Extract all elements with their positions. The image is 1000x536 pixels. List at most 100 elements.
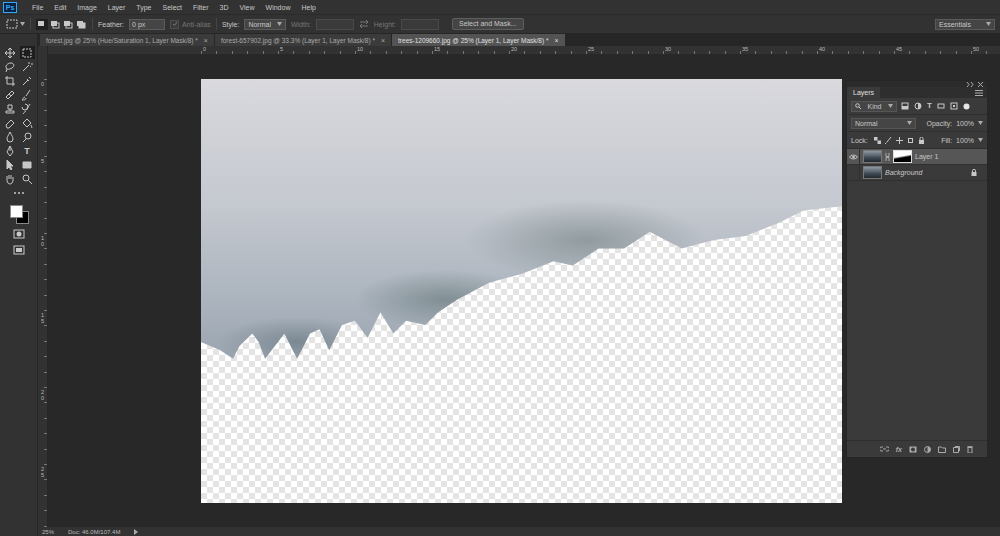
status-menu-arrow-icon[interactable]	[134, 529, 138, 535]
tab-close-button[interactable]: ×	[381, 37, 385, 44]
tool-button[interactable]	[3, 60, 18, 73]
selection-mode-button[interactable]	[75, 19, 87, 30]
tab-close-button[interactable]: ×	[554, 37, 558, 44]
separator	[30, 18, 31, 30]
new-layer-icon[interactable]	[953, 446, 960, 453]
menu-item[interactable]: Type	[136, 4, 151, 11]
separator	[216, 18, 217, 30]
tool-button[interactable]	[3, 158, 18, 171]
tool-button[interactable]	[20, 46, 35, 59]
new-group-icon[interactable]	[938, 446, 946, 453]
anti-alias-checkbox[interactable]: Anti-alias	[170, 20, 211, 29]
menu-item[interactable]: 3D	[220, 4, 229, 11]
opacity-caret-icon[interactable]	[978, 121, 983, 125]
tool-button[interactable]	[3, 144, 18, 157]
link-layers-icon[interactable]	[880, 446, 889, 452]
lock-pixels-icon[interactable]	[885, 137, 892, 144]
visibility-toggle[interactable]	[847, 149, 860, 164]
type-filter-button[interactable]: T	[927, 102, 932, 110]
tool-button[interactable]	[20, 158, 35, 171]
foreground-color-swatch[interactable]	[10, 205, 23, 218]
pixel-filter-icon[interactable]	[901, 102, 909, 110]
tool-button[interactable]	[3, 130, 18, 143]
delete-layer-icon[interactable]	[967, 446, 973, 453]
select-and-mask-button[interactable]: Select and Mask...	[452, 18, 524, 30]
separator	[92, 18, 93, 30]
menu-item[interactable]: Window	[266, 4, 291, 11]
close-panel-icon[interactable]	[978, 82, 983, 87]
tool-button[interactable]	[3, 116, 18, 129]
swap-icon[interactable]	[359, 20, 369, 28]
fill-field[interactable]: 100%	[956, 137, 974, 144]
layer-thumbnail	[863, 150, 882, 163]
adjustment-filter-icon[interactable]	[914, 102, 922, 110]
tool-button[interactable]	[20, 102, 35, 115]
tool-button[interactable]	[20, 88, 35, 101]
link-icon[interactable]	[885, 153, 890, 161]
more-tools-icon[interactable]	[13, 191, 25, 195]
menu-item[interactable]: Help	[301, 4, 315, 11]
lock-all-icon[interactable]	[918, 137, 925, 144]
filter-toggle-icon[interactable]	[963, 103, 970, 110]
tool-button[interactable]: T	[20, 144, 35, 157]
menu-item[interactable]: Filter	[193, 4, 209, 11]
menu-item[interactable]: View	[240, 4, 255, 11]
zoom-level[interactable]: 25%	[42, 529, 54, 535]
layer-row[interactable]: Background	[847, 165, 987, 181]
tool-button[interactable]	[20, 130, 35, 143]
quick-mask-icon[interactable]	[13, 229, 25, 239]
layer-mask-thumbnail[interactable]	[893, 150, 912, 163]
selection-mode-button[interactable]	[36, 19, 48, 30]
menu-item[interactable]: Image	[77, 4, 96, 11]
layers-panel: LayersKindTNormalOpacity:100%Lock:Fill:1…	[846, 80, 988, 458]
menu-item[interactable]: Select	[163, 4, 182, 11]
tool-button[interactable]	[20, 60, 35, 73]
lock-position-icon[interactable]	[896, 137, 903, 144]
lock-transparency-icon[interactable]	[874, 137, 881, 144]
document-image[interactable]	[201, 79, 842, 503]
shape-filter-icon[interactable]	[937, 102, 945, 110]
blend-mode-select[interactable]: Normal	[851, 118, 916, 129]
screen-mode-icon[interactable]	[13, 245, 25, 255]
document-tab[interactable]: forest-657902.jpg @ 33.3% (Layer 1, Laye…	[215, 34, 392, 46]
tool-button[interactable]	[20, 74, 35, 87]
tool-button[interactable]	[3, 102, 18, 115]
ruler-label: 30	[663, 46, 740, 54]
layer-row[interactable]: Layer 1	[847, 149, 987, 165]
tool-button[interactable]	[20, 116, 35, 129]
ruler-origin[interactable]	[38, 46, 48, 54]
visibility-toggle[interactable]	[847, 165, 860, 180]
adjustment-layer-icon[interactable]	[924, 446, 931, 453]
height-field[interactable]	[401, 19, 439, 30]
eraser-icon	[4, 117, 16, 129]
tool-preset-picker[interactable]	[6, 19, 25, 29]
collapse-icon[interactable]	[966, 82, 974, 87]
style-select[interactable]: Normal	[244, 19, 286, 30]
opacity-field[interactable]: 100%	[956, 120, 974, 127]
menu-item[interactable]: Edit	[54, 4, 66, 11]
document-tab[interactable]: forest.jpg @ 25% (Hue/Saturation 1, Laye…	[40, 34, 215, 46]
tool-button[interactable]	[3, 46, 18, 59]
tool-button[interactable]	[3, 172, 18, 185]
menu-item[interactable]: File	[32, 4, 43, 11]
selection-mode-button[interactable]	[49, 19, 61, 30]
tool-button[interactable]	[20, 172, 35, 185]
menu-item[interactable]: Layer	[108, 4, 126, 11]
feather-field[interactable]: 0 px	[129, 19, 165, 30]
panel-menu-icon[interactable]	[975, 90, 983, 96]
width-field[interactable]	[316, 19, 354, 30]
fill-caret-icon[interactable]	[978, 138, 983, 142]
layers-tab[interactable]: Layers	[847, 87, 880, 98]
smart-object-filter-icon[interactable]	[950, 102, 958, 110]
tool-button[interactable]	[3, 88, 18, 101]
add-mask-icon[interactable]	[909, 446, 917, 453]
document-tab[interactable]: trees-1209660.jpg @ 25% (Layer 1, Layer …	[392, 34, 566, 46]
tab-close-button[interactable]: ×	[204, 37, 208, 44]
status-bar: 25%Doc: 46.0M/107.4M	[38, 527, 1000, 536]
workspace-select[interactable]: Essentials	[935, 19, 995, 30]
tool-button[interactable]	[3, 74, 18, 87]
filter-kind-select[interactable]: Kind	[851, 101, 897, 112]
layer-style-button[interactable]: fx	[896, 446, 902, 453]
lock-artboard-icon[interactable]	[907, 137, 914, 144]
selection-mode-button[interactable]	[62, 19, 74, 30]
